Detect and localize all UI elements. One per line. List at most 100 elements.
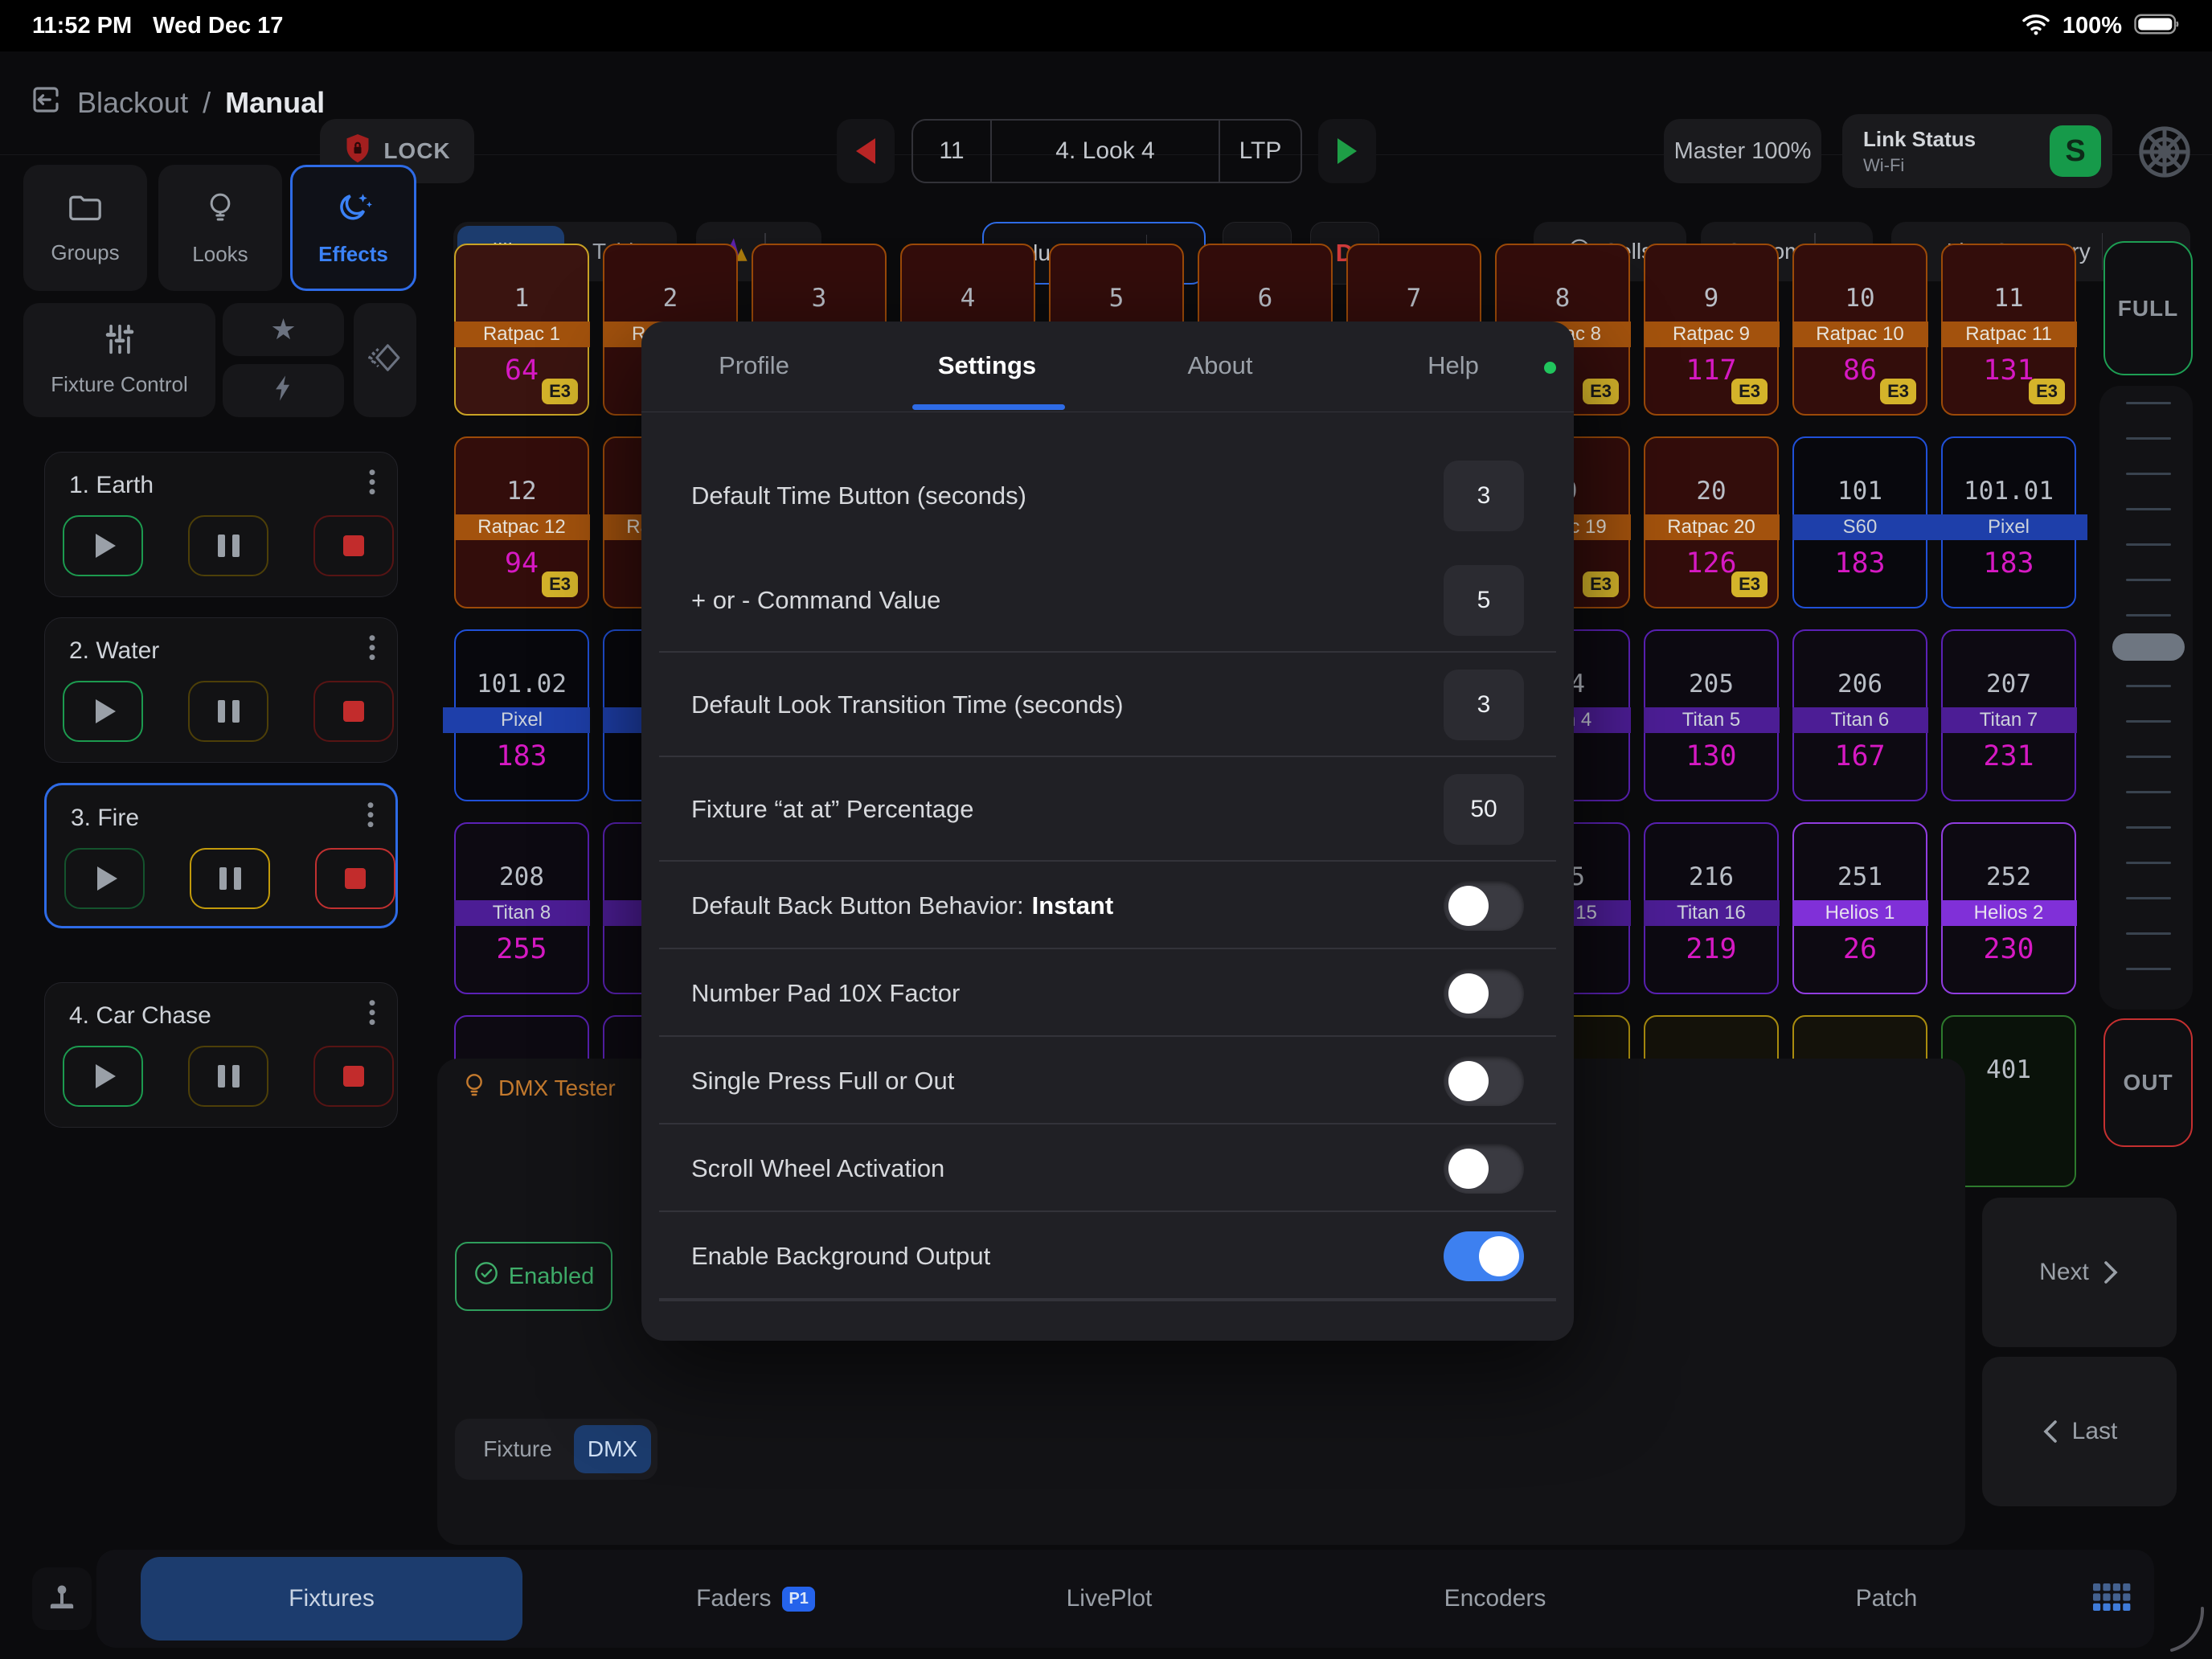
sidebar-looks-button[interactable]: Looks: [158, 165, 282, 291]
settings-row: Default Look Transition Time (seconds)3: [641, 653, 1574, 757]
playlist-card[interactable]: 4. Car Chase: [44, 982, 398, 1128]
play-button[interactable]: [63, 681, 143, 742]
nav-item-patch[interactable]: Patch: [1766, 1550, 2007, 1648]
fixture-cell[interactable]: 207Titan 7231: [1941, 629, 2076, 801]
fixture-cell[interactable]: 206Titan 6167: [1792, 629, 1927, 801]
out-button[interactable]: OUT: [2103, 1018, 2193, 1147]
setting-value-chip[interactable]: 50: [1444, 774, 1524, 845]
fixture-cell[interactable]: 20Ratpac 20126E3: [1644, 436, 1779, 608]
seg-dmx-tab[interactable]: DMX: [574, 1425, 651, 1473]
pause-button[interactable]: [188, 1046, 268, 1107]
row-divider: [659, 1300, 1556, 1301]
nav-item-liveplot[interactable]: LivePlot: [989, 1550, 1230, 1648]
setting-toggle-off[interactable]: [1444, 969, 1524, 1018]
fixture-cell[interactable]: 101.02Pixel183: [454, 629, 589, 801]
current-look-display[interactable]: 11 4. Look 4 LTP: [911, 119, 1302, 183]
fixture-cell[interactable]: 12Ratpac 1294E3: [454, 436, 589, 608]
playlist-card[interactable]: 3. Fire: [44, 783, 398, 928]
favorites-star-button[interactable]: ★: [223, 303, 344, 356]
layered-diamond-icon: [367, 340, 403, 381]
slider-tick: [2126, 791, 2171, 793]
joystick-button[interactable]: [32, 1567, 92, 1630]
nav-item-encoders[interactable]: Encoders: [1374, 1550, 1616, 1648]
setting-value-chip[interactable]: 3: [1444, 461, 1524, 531]
tab-about[interactable]: About: [1132, 322, 1309, 410]
master-level-button[interactable]: Master 100%: [1664, 119, 1821, 183]
stop-button[interactable]: [313, 681, 394, 742]
playlist-card[interactable]: 2. Water: [44, 617, 398, 763]
play-button[interactable]: [63, 515, 143, 576]
next-page-button[interactable]: Next: [1982, 1198, 2177, 1347]
fixture-cell[interactable]: 101S60183: [1792, 436, 1927, 608]
look-mode[interactable]: LTP: [1220, 121, 1301, 182]
settings-wheel-icon[interactable]: [2136, 124, 2193, 184]
look-index[interactable]: 11: [913, 121, 990, 182]
sidebar-effects-button[interactable]: Effects: [290, 165, 416, 291]
play-button[interactable]: [64, 848, 145, 909]
effects-stack-button[interactable]: [354, 303, 416, 417]
settings-row: Fixture “at at” Percentage50: [641, 757, 1574, 862]
dmx-enabled-button[interactable]: Enabled: [455, 1242, 612, 1311]
lock-label: LOCK: [383, 138, 450, 164]
setting-toggle-off[interactable]: [1444, 1056, 1524, 1106]
previous-look-button[interactable]: [837, 119, 895, 183]
fixture-cell[interactable]: 252Helios 2230: [1941, 822, 2076, 994]
stop-button[interactable]: [315, 848, 395, 909]
fixture-cell[interactable]: 11Ratpac 11131E3: [1941, 244, 2076, 416]
cell-number: 2: [604, 284, 736, 313]
look-name[interactable]: 4. Look 4: [992, 121, 1219, 182]
playlist-card[interactable]: 1. Earth: [44, 452, 398, 597]
stop-button[interactable]: [313, 515, 394, 576]
stop-button[interactable]: [313, 1046, 394, 1107]
breadcrumb[interactable]: Blackout / Manual: [29, 51, 325, 154]
pause-icon: [218, 1065, 240, 1088]
seg-fixture-tab[interactable]: Fixture: [461, 1425, 574, 1473]
setting-value-chip[interactable]: 5: [1444, 565, 1524, 636]
kebab-menu-icon[interactable]: [360, 997, 384, 1034]
full-button[interactable]: FULL: [2103, 241, 2193, 375]
cell-value: 130: [1645, 740, 1777, 772]
next-look-button[interactable]: [1318, 119, 1376, 183]
fixture-cell[interactable]: 10Ratpac 1086E3: [1792, 244, 1927, 416]
last-page-button[interactable]: Last: [1982, 1357, 2177, 1506]
star-icon: ★: [270, 315, 296, 344]
cell-number: 3: [753, 284, 885, 313]
setting-toggle-on[interactable]: [1444, 1231, 1524, 1281]
fixture-cell[interactable]: 208Titan 8255: [454, 822, 589, 994]
setting-toggle-off[interactable]: [1444, 1144, 1524, 1194]
tab-profile[interactable]: Profile: [666, 322, 842, 410]
setting-toggle-off[interactable]: [1444, 881, 1524, 931]
tab-settings[interactable]: Settings: [899, 322, 1075, 410]
sidebar-groups-button[interactable]: Groups: [23, 165, 147, 291]
cell-name-band: Pixel: [1941, 514, 2077, 540]
intensity-slider-handle[interactable]: [2112, 633, 2185, 661]
kebab-menu-icon[interactable]: [360, 467, 384, 503]
pause-button[interactable]: [190, 848, 270, 909]
exit-app-icon[interactable]: [29, 83, 63, 124]
setting-value-chip[interactable]: 3: [1444, 670, 1524, 740]
pause-button[interactable]: [188, 681, 268, 742]
settings-rows: Default Time Button (seconds)3+ or - Com…: [641, 412, 1574, 1301]
playlist-title: 1. Earth: [69, 472, 154, 499]
fixture-cell[interactable]: 251Helios 126: [1792, 822, 1927, 994]
kebab-menu-icon[interactable]: [360, 633, 384, 669]
link-status-button[interactable]: Link Status Wi-Fi S: [1842, 114, 2112, 188]
active-tab-underline: [912, 404, 1065, 410]
play-button[interactable]: [63, 1046, 143, 1107]
fixture-cell[interactable]: 216Titan 16219: [1644, 822, 1779, 994]
cell-number: 216: [1645, 862, 1777, 891]
grid-view-icon[interactable]: [2090, 1577, 2132, 1623]
breadcrumb-page: Manual: [225, 86, 325, 120]
lightning-bolt-icon: [272, 375, 296, 408]
nav-item-fixtures-active[interactable]: Fixtures: [141, 1557, 522, 1641]
fixture-cell[interactable]: 205Titan 5130: [1644, 629, 1779, 801]
fixture-cell[interactable]: 101.01Pixel183: [1941, 436, 2076, 608]
fixture-control-button[interactable]: Fixture Control: [23, 303, 215, 417]
fixture-cell[interactable]: 1Ratpac 164E3: [454, 244, 589, 416]
fixture-cell[interactable]: 9Ratpac 9117E3: [1644, 244, 1779, 416]
tab-help[interactable]: Help: [1365, 322, 1542, 410]
kebab-menu-icon[interactable]: [358, 800, 383, 836]
quick-action-bolt-button[interactable]: [223, 364, 344, 417]
nav-item-faders[interactable]: FadersP1: [635, 1550, 876, 1648]
pause-button[interactable]: [188, 515, 268, 576]
